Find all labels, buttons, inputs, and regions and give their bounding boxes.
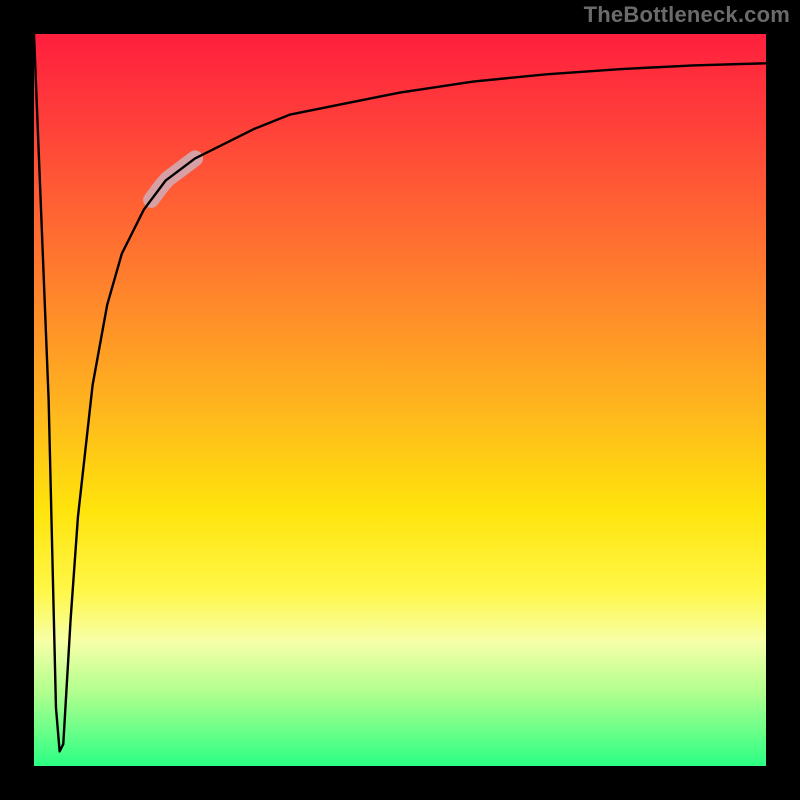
watermark-text: TheBottleneck.com xyxy=(584,2,790,28)
bottleneck-curve xyxy=(34,34,766,751)
curve-svg xyxy=(34,34,766,766)
plot-area xyxy=(34,34,766,766)
chart-frame: TheBottleneck.com xyxy=(0,0,800,800)
